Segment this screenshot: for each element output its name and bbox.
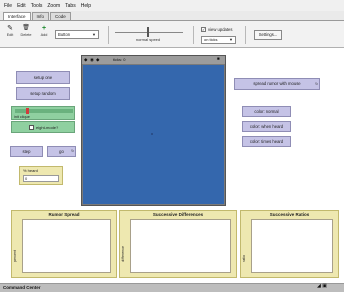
spread-rumor-label: spread rumor with mouse [253, 81, 301, 86]
successive-differences-plot: Successive Differences difference [119, 210, 237, 278]
add-tool-label: Add [40, 33, 48, 37]
heard-monitor: % heard 0 [19, 166, 63, 185]
plus-icon: + [41, 25, 47, 32]
menu-tabs[interactable]: Tabs [65, 3, 76, 9]
menu-file[interactable]: File [4, 3, 12, 9]
menu-help[interactable]: Help [81, 3, 91, 9]
command-center-controls-icon[interactable]: ◢ ▣ [317, 283, 327, 289]
switch-knob[interactable] [26, 108, 29, 114]
forever-icon: ↻ [315, 82, 318, 86]
color-when-heard-label: color: when heard [249, 124, 284, 129]
eight-mode-toggle[interactable]: eight-mode? [11, 121, 75, 133]
plot-title: Successive Ratios [269, 212, 310, 217]
update-mode-select[interactable]: on ticks ▼ [201, 36, 236, 44]
go-button[interactable]: go ↻ [47, 146, 76, 157]
plot-y-label: percent [13, 250, 17, 262]
spread-rumor-button[interactable]: spread rumor with mouse ↻ [234, 78, 320, 90]
turtle-marker [151, 133, 153, 135]
view-control-icon[interactable]: ■ [217, 56, 220, 61]
rumor-spread-plot: Rumor Spread percent [11, 210, 117, 278]
settings-button[interactable]: Settings... [254, 30, 282, 40]
setup-one-button[interactable]: setup one [16, 71, 70, 84]
menu-bar: File Edit Tools Zoom Tabs Help [0, 0, 344, 11]
plot-area [130, 219, 231, 273]
color-times-heard-label: color: times heard [249, 139, 284, 144]
eight-mode-label: eight-mode? [36, 125, 59, 130]
toolbar-divider [245, 26, 246, 44]
chevron-down-icon: ▼ [229, 37, 233, 42]
toolbar: ✎ Edit 🗑 Delete + Add Button ▼ normal sp… [0, 21, 344, 48]
edit-tool-label: Edit [6, 33, 14, 37]
toolbar-divider [193, 26, 194, 44]
go-label: go [59, 149, 64, 154]
init-clique-switch[interactable]: init clique [11, 106, 75, 120]
tab-strip: Interface Info Code [0, 11, 344, 21]
add-tool-button[interactable]: + Add [38, 24, 50, 38]
tab-info[interactable]: Info [31, 12, 50, 20]
color-normal-label: color: normal [254, 109, 279, 114]
toolbar-divider [108, 26, 109, 44]
setup-random-label: setup random [30, 91, 56, 96]
world-view[interactable] [83, 65, 224, 204]
forever-icon: ↻ [71, 149, 74, 153]
command-center-label: Command Center [3, 285, 41, 290]
speed-label: normal speed [135, 37, 161, 42]
tab-interface[interactable]: Interface [3, 12, 31, 20]
ticks-label: ticks: 0 [113, 57, 126, 62]
world-view-header: ◆ ◉ ◆ [82, 56, 225, 64]
delete-tool-label: Delete [20, 33, 32, 37]
trash-icon: 🗑 [22, 25, 30, 31]
plot-title: Rumor Spread [48, 212, 80, 217]
chevron-down-icon: ▼ [92, 32, 96, 37]
successive-ratios-plot: Successive Ratios ratio [240, 210, 339, 278]
widget-type-value: Button [58, 32, 71, 37]
zoom-in-icon[interactable]: ◆ [96, 57, 99, 62]
checkbox-checked-icon[interactable]: ✓ [201, 27, 206, 32]
zoom-out-icon[interactable]: ◆ [84, 57, 87, 62]
setup-random-button[interactable]: setup random [16, 87, 70, 100]
step-label: step [22, 149, 31, 154]
view-updates-toggle[interactable]: ✓ view updates [201, 27, 232, 32]
plot-area [251, 219, 333, 273]
menu-tools[interactable]: Tools [31, 3, 43, 9]
step-button[interactable]: step [10, 146, 43, 157]
widget-type-select[interactable]: Button ▼ [55, 30, 99, 39]
plot-y-label: ratio [242, 255, 246, 262]
center-icon[interactable]: ◉ [90, 57, 94, 62]
speed-slider-thumb[interactable] [147, 27, 149, 37]
plot-y-label: difference [121, 246, 125, 262]
menu-edit[interactable]: Edit [17, 3, 26, 9]
speed-slider-track[interactable] [115, 32, 183, 33]
checkbox-icon[interactable] [29, 125, 34, 130]
command-center-bar[interactable] [0, 283, 344, 292]
setup-one-label: setup one [33, 75, 53, 80]
menu-zoom[interactable]: Zoom [47, 3, 60, 9]
edit-tool-button[interactable]: ✎ Edit [4, 24, 16, 38]
plot-title: Successive Differences [152, 212, 204, 217]
monitor-value: 0 [23, 175, 59, 182]
pencil-icon: ✎ [7, 25, 13, 32]
update-mode-value: on ticks [204, 37, 218, 42]
plot-area [22, 219, 111, 273]
monitor-title: % heard [23, 168, 38, 173]
color-normal-button[interactable]: color: normal [242, 106, 291, 117]
delete-tool-button[interactable]: 🗑 Delete [20, 24, 32, 38]
tab-code[interactable]: Code [50, 12, 71, 20]
view-updates-label: view updates [208, 27, 233, 32]
switch-track [15, 109, 73, 113]
color-times-heard-button[interactable]: color: times heard [242, 136, 291, 147]
switch-label: init clique [14, 115, 30, 119]
color-when-heard-button[interactable]: color: when heard [242, 121, 291, 132]
